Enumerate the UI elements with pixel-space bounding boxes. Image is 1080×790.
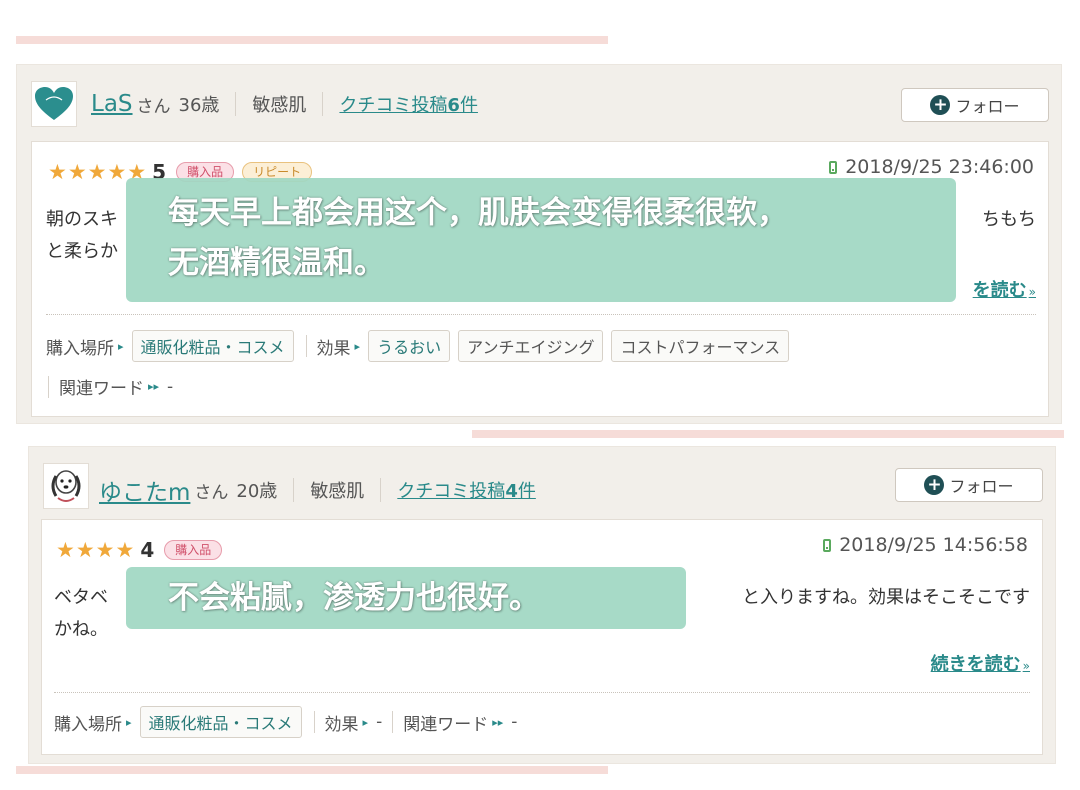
- star-icon: ★: [56, 538, 75, 562]
- effect-value: -: [376, 712, 383, 732]
- keyword-value: -: [511, 712, 518, 732]
- effect-label: 効果: [316, 338, 351, 359]
- review-text-line1-left: 朝のスキ: [46, 209, 118, 230]
- purchase-place-label: 購入場所: [54, 714, 122, 735]
- follow-label: フォロー: [955, 97, 1020, 116]
- double-triangle-right-icon: ▸▸: [148, 380, 160, 393]
- user-age: 36歳: [178, 95, 220, 116]
- read-more-link[interactable]: 続きを読む»: [931, 650, 1030, 676]
- user-info: ゆこたm さん 20歳 敏感肌 クチコミ投稿4件: [99, 473, 536, 507]
- purchase-effect-row: 購入場所 ▸ 通販化粧品・コスメ 効果 ▸ - 関連ワード ▸▸ -: [54, 706, 523, 738]
- avatar[interactable]: [43, 463, 89, 509]
- divider: [305, 335, 307, 357]
- decor-bar-bottom: [16, 766, 608, 774]
- user-name-link[interactable]: ゆこたm: [99, 473, 190, 507]
- purchase-place-tag[interactable]: 通販化粧品・コスメ: [131, 330, 294, 362]
- star-icon: ★: [107, 160, 127, 184]
- review-text-line2-left: かね。: [54, 619, 108, 640]
- star-icon: ★: [95, 538, 115, 562]
- keyword-value: -: [167, 376, 174, 397]
- purchase-effect-row: 購入場所 ▸ 通販化粧品・コスメ 効果 ▸ うるおい アンチエイジング コストパ…: [46, 330, 797, 362]
- dotted-divider: [46, 314, 1036, 315]
- user-age: 20歳: [236, 481, 278, 502]
- plus-circle-icon: +: [930, 95, 951, 115]
- divider: [380, 478, 382, 502]
- triangle-right-icon: ▸: [118, 339, 124, 353]
- user-name-link[interactable]: LaS: [91, 91, 133, 117]
- effect-tag-antiaging[interactable]: アンチエイジング: [458, 330, 604, 362]
- triangle-right-icon: ▸: [362, 715, 369, 729]
- star-icon: ★: [67, 160, 87, 184]
- user-suffix: さん: [136, 96, 171, 117]
- keyword-row: 関連ワード ▸▸ -: [46, 374, 179, 399]
- mobile-phone-icon: [829, 160, 838, 174]
- divider: [322, 92, 324, 116]
- plus-circle-icon: +: [924, 475, 945, 495]
- divider: [48, 375, 49, 398]
- star-icon: ★: [75, 538, 95, 562]
- purchased-badge: 購入品: [164, 540, 223, 560]
- decor-bar-top: [16, 36, 608, 44]
- review-text-line2-left: と柔らか: [46, 241, 118, 262]
- heart-avatar-icon: [35, 87, 73, 120]
- review-count-link[interactable]: クチコミ投稿4件: [397, 477, 536, 503]
- review-text-line1-right: と入りますね。効果はそこそこです: [742, 587, 1030, 608]
- user-info: LaS さん 36歳 敏感肌 クチコミ投稿6件: [91, 91, 478, 117]
- rating-value: 4: [140, 538, 155, 562]
- divider: [313, 711, 315, 733]
- purchase-place-tag[interactable]: 通販化粧品・コスメ: [139, 706, 302, 738]
- post-date: 2018/9/25 14:56:58: [823, 534, 1028, 556]
- review-body: ★ ★ ★ ★ 4 購入品 2018/9/25 14:56:58 ベタベ と入り…: [41, 519, 1043, 755]
- triangle-right-icon: ▸: [126, 715, 132, 729]
- follow-button[interactable]: + フォロー: [901, 88, 1049, 122]
- review-text-line1-left: ベタベ: [54, 587, 108, 608]
- user-suffix: さん: [194, 482, 229, 503]
- rating-row: ★ ★ ★ ★ 4 購入品: [56, 538, 230, 562]
- overlay-line2: 无酒精很温和。: [168, 245, 385, 281]
- review-header: ゆこたm さん 20歳 敏感肌 クチコミ投稿4件 + フォロー: [29, 447, 1055, 523]
- dog-avatar-icon: [51, 470, 81, 502]
- divider: [293, 478, 295, 502]
- translation-overlay-2: 不会粘腻，渗透力也很好。: [126, 567, 686, 629]
- keyword-label: 関連ワード: [403, 714, 489, 735]
- follow-button[interactable]: + フォロー: [895, 468, 1043, 502]
- skin-type: 敏感肌: [252, 95, 307, 116]
- effect-tag-moisture[interactable]: うるおい: [368, 330, 451, 362]
- purchase-place-label: 購入場所: [46, 338, 114, 359]
- double-triangle-right-icon: ▸▸: [492, 715, 504, 729]
- post-date: 2018/9/25 23:46:00: [829, 156, 1034, 178]
- effect-tag-costperformance[interactable]: コストパフォーマンス: [611, 330, 790, 362]
- overlay-line1: 每天早上都会用这个，肌肤会变得很柔很软，: [168, 195, 788, 231]
- follow-label: フォロー: [949, 477, 1014, 496]
- divider: [392, 711, 394, 733]
- star-icon: ★: [115, 538, 135, 562]
- review-header: LaS さん 36歳 敏感肌 クチコミ投稿6件 + フォロー: [17, 65, 1061, 141]
- effect-label: 効果: [324, 714, 359, 735]
- review-text-line1-right: ちもち: [982, 209, 1036, 230]
- skin-type: 敏感肌: [310, 481, 365, 502]
- overlay-line1: 不会粘腻，渗透力也很好。: [168, 580, 540, 616]
- translation-overlay-1: 每天早上都会用这个，肌肤会变得很柔很软， 无酒精很温和。: [126, 178, 956, 302]
- triangle-right-icon: ▸: [354, 339, 361, 353]
- read-more-link[interactable]: を読む»: [973, 276, 1036, 302]
- review-count-link[interactable]: クチコミ投稿6件: [339, 91, 478, 117]
- double-chevron-icon: »: [1028, 285, 1036, 299]
- star-icon: ★: [48, 160, 67, 184]
- mobile-phone-icon: [823, 538, 832, 552]
- avatar[interactable]: [31, 81, 77, 127]
- divider: [235, 92, 237, 116]
- double-chevron-icon: »: [1022, 659, 1030, 673]
- star-icon: ★: [87, 160, 107, 184]
- decor-bar-middle: [472, 430, 1064, 438]
- keyword-label: 関連ワード: [59, 379, 144, 399]
- dotted-divider: [54, 692, 1030, 693]
